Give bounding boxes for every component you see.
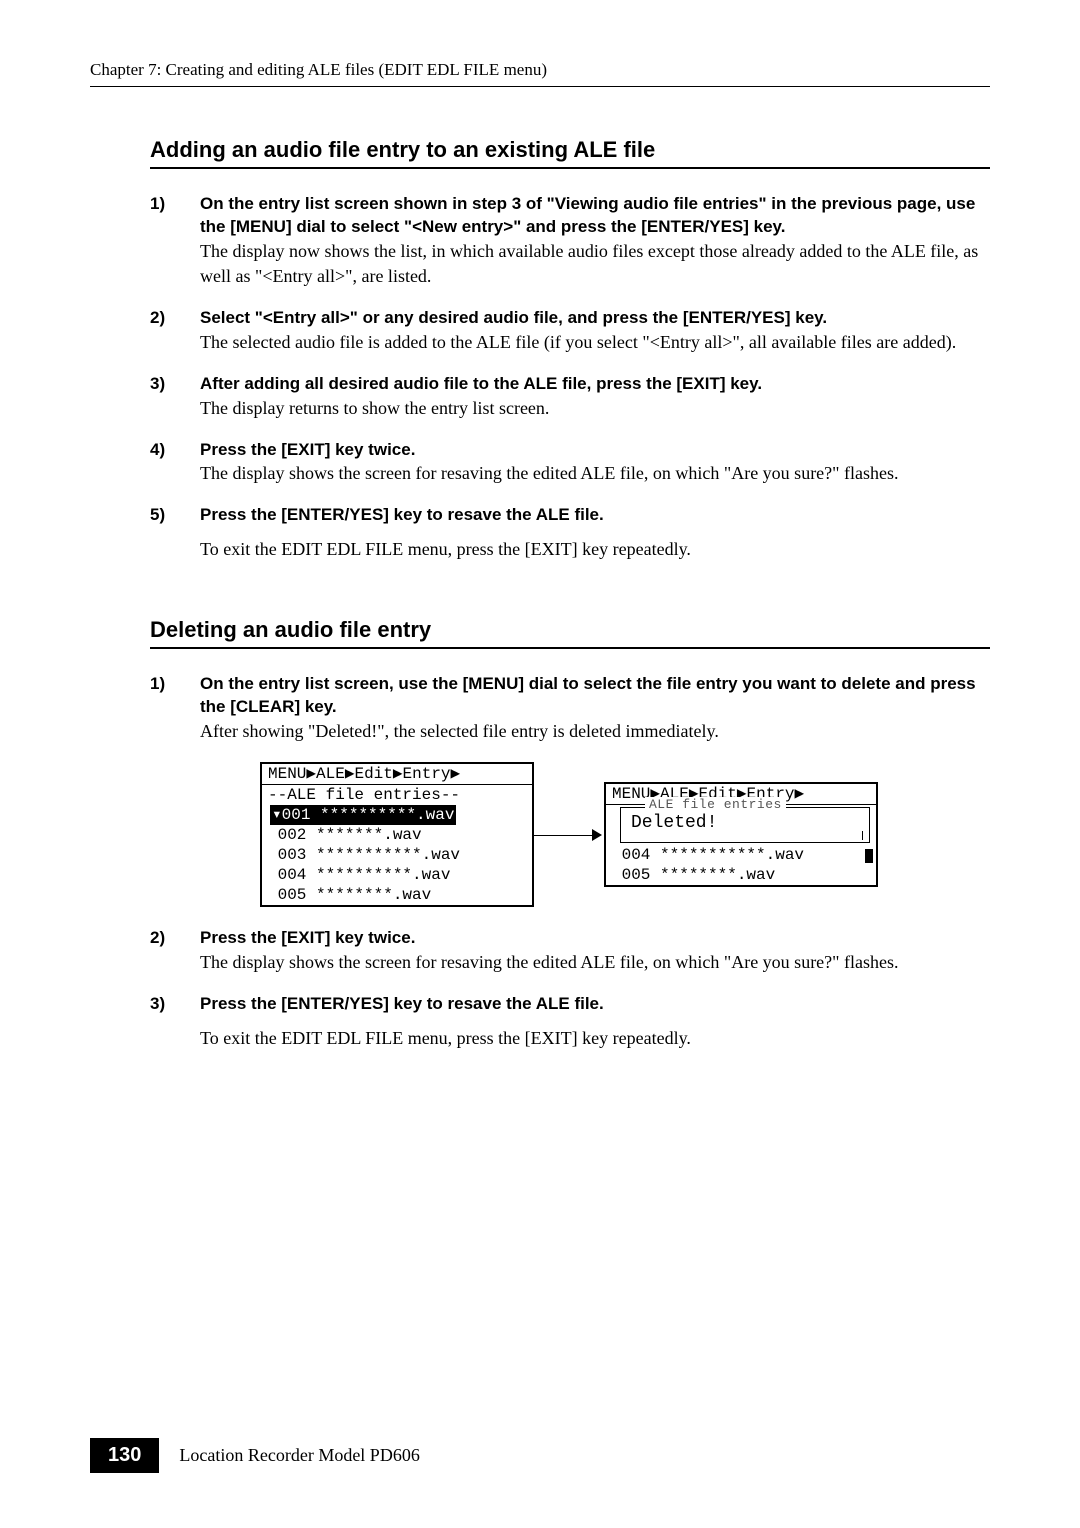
step-num: 1) bbox=[150, 673, 200, 744]
lcd-scrollbar bbox=[862, 831, 873, 841]
step-num: 2) bbox=[150, 927, 200, 975]
step-bold: Press the [EXIT] key twice. bbox=[200, 928, 415, 947]
lcd-entry: 004 **********.wav bbox=[262, 865, 532, 885]
step-bold: Press the [ENTER/YES] key to resave the … bbox=[200, 505, 604, 524]
step-num: 2) bbox=[150, 307, 200, 355]
step-num: 3) bbox=[150, 993, 200, 1051]
lcd-entry: 005 ********.wav bbox=[606, 865, 876, 885]
section1-step4: 4) Press the [EXIT] key twice. The displ… bbox=[150, 439, 980, 487]
lcd-header: --ALE file entries-- bbox=[262, 785, 532, 805]
lcd-entry: 003 ***********.wav bbox=[262, 845, 532, 865]
footer-text: Location Recorder Model PD606 bbox=[179, 1445, 419, 1466]
lcd-popup-text: Deleted! bbox=[631, 812, 863, 835]
step-after: To exit the EDIT EDL FILE menu, press th… bbox=[200, 1028, 691, 1048]
step-text: The display now shows the list, in which… bbox=[200, 241, 978, 286]
page-footer: 130 Location Recorder Model PD606 bbox=[90, 1438, 420, 1473]
section1-step2: 2) Select "<Entry all>" or any desired a… bbox=[150, 307, 980, 355]
section2-steps: 1) On the entry list screen, use the [ME… bbox=[150, 673, 980, 744]
section2-step3: 3) Press the [ENTER/YES] key to resave t… bbox=[150, 993, 980, 1051]
lcd-right: MENU▶ALE▶Edit▶Entry▶ ALE file entries De… bbox=[604, 782, 878, 888]
step-text: The display shows the screen for resavin… bbox=[200, 463, 899, 483]
section2-steps-cont: 2) Press the [EXIT] key twice. The displ… bbox=[150, 927, 980, 1051]
step-bold: On the entry list screen shown in step 3… bbox=[200, 194, 975, 236]
section1-step1: 1) On the entry list screen shown in ste… bbox=[150, 193, 980, 289]
section2-title: Deleting an audio file entry bbox=[150, 617, 990, 649]
step-bold: Press the [EXIT] key twice. bbox=[200, 440, 415, 459]
step-text: The display returns to show the entry li… bbox=[200, 398, 549, 418]
lcd-entry: 005 ********.wav bbox=[262, 885, 532, 905]
lcd-entry: 002 *******.wav bbox=[262, 825, 532, 845]
step-bold: After adding all desired audio file to t… bbox=[200, 374, 762, 393]
step-num: 3) bbox=[150, 373, 200, 421]
step-bold: Select "<Entry all>" or any desired audi… bbox=[200, 308, 827, 327]
lcd-breadcrumb: MENU▶ALE▶Edit▶Entry▶ bbox=[262, 764, 532, 784]
lcd-left: MENU▶ALE▶Edit▶Entry▶ --ALE file entries-… bbox=[260, 762, 534, 907]
lcd-entry-selected: ▾001 **********.wav bbox=[262, 805, 532, 825]
section1-title: Adding an audio file entry to an existin… bbox=[150, 137, 990, 169]
section1-steps: 1) On the entry list screen shown in ste… bbox=[150, 193, 980, 562]
section1-step5: 5) Press the [ENTER/YES] key to resave t… bbox=[150, 504, 980, 562]
page-number: 130 bbox=[90, 1438, 159, 1473]
section2-step2: 2) Press the [EXIT] key twice. The displ… bbox=[150, 927, 980, 975]
chapter-header: Chapter 7: Creating and editing ALE file… bbox=[90, 60, 990, 87]
step-after: To exit the EDIT EDL FILE menu, press th… bbox=[200, 539, 691, 559]
lcd-entry: 004 ***********.wav bbox=[606, 845, 876, 865]
step-bold: On the entry list screen, use the [MENU]… bbox=[200, 674, 976, 716]
section2-step1: 1) On the entry list screen, use the [ME… bbox=[150, 673, 980, 744]
step-text: The display shows the screen for resavin… bbox=[200, 952, 899, 972]
step-bold: Press the [ENTER/YES] key to resave the … bbox=[200, 994, 604, 1013]
lcd-figure-row: MENU▶ALE▶Edit▶Entry▶ --ALE file entries-… bbox=[150, 762, 990, 907]
section1-step3: 3) After adding all desired audio file t… bbox=[150, 373, 980, 421]
step-text: The selected audio file is added to the … bbox=[200, 332, 956, 352]
step-text: After showing "Deleted!", the selected f… bbox=[200, 721, 719, 741]
lcd-popup-hint: ALE file entries bbox=[645, 797, 786, 813]
step-num: 5) bbox=[150, 504, 200, 562]
lcd-popup: ALE file entries Deleted! bbox=[620, 807, 870, 844]
step-num: 1) bbox=[150, 193, 200, 289]
step-num: 4) bbox=[150, 439, 200, 487]
